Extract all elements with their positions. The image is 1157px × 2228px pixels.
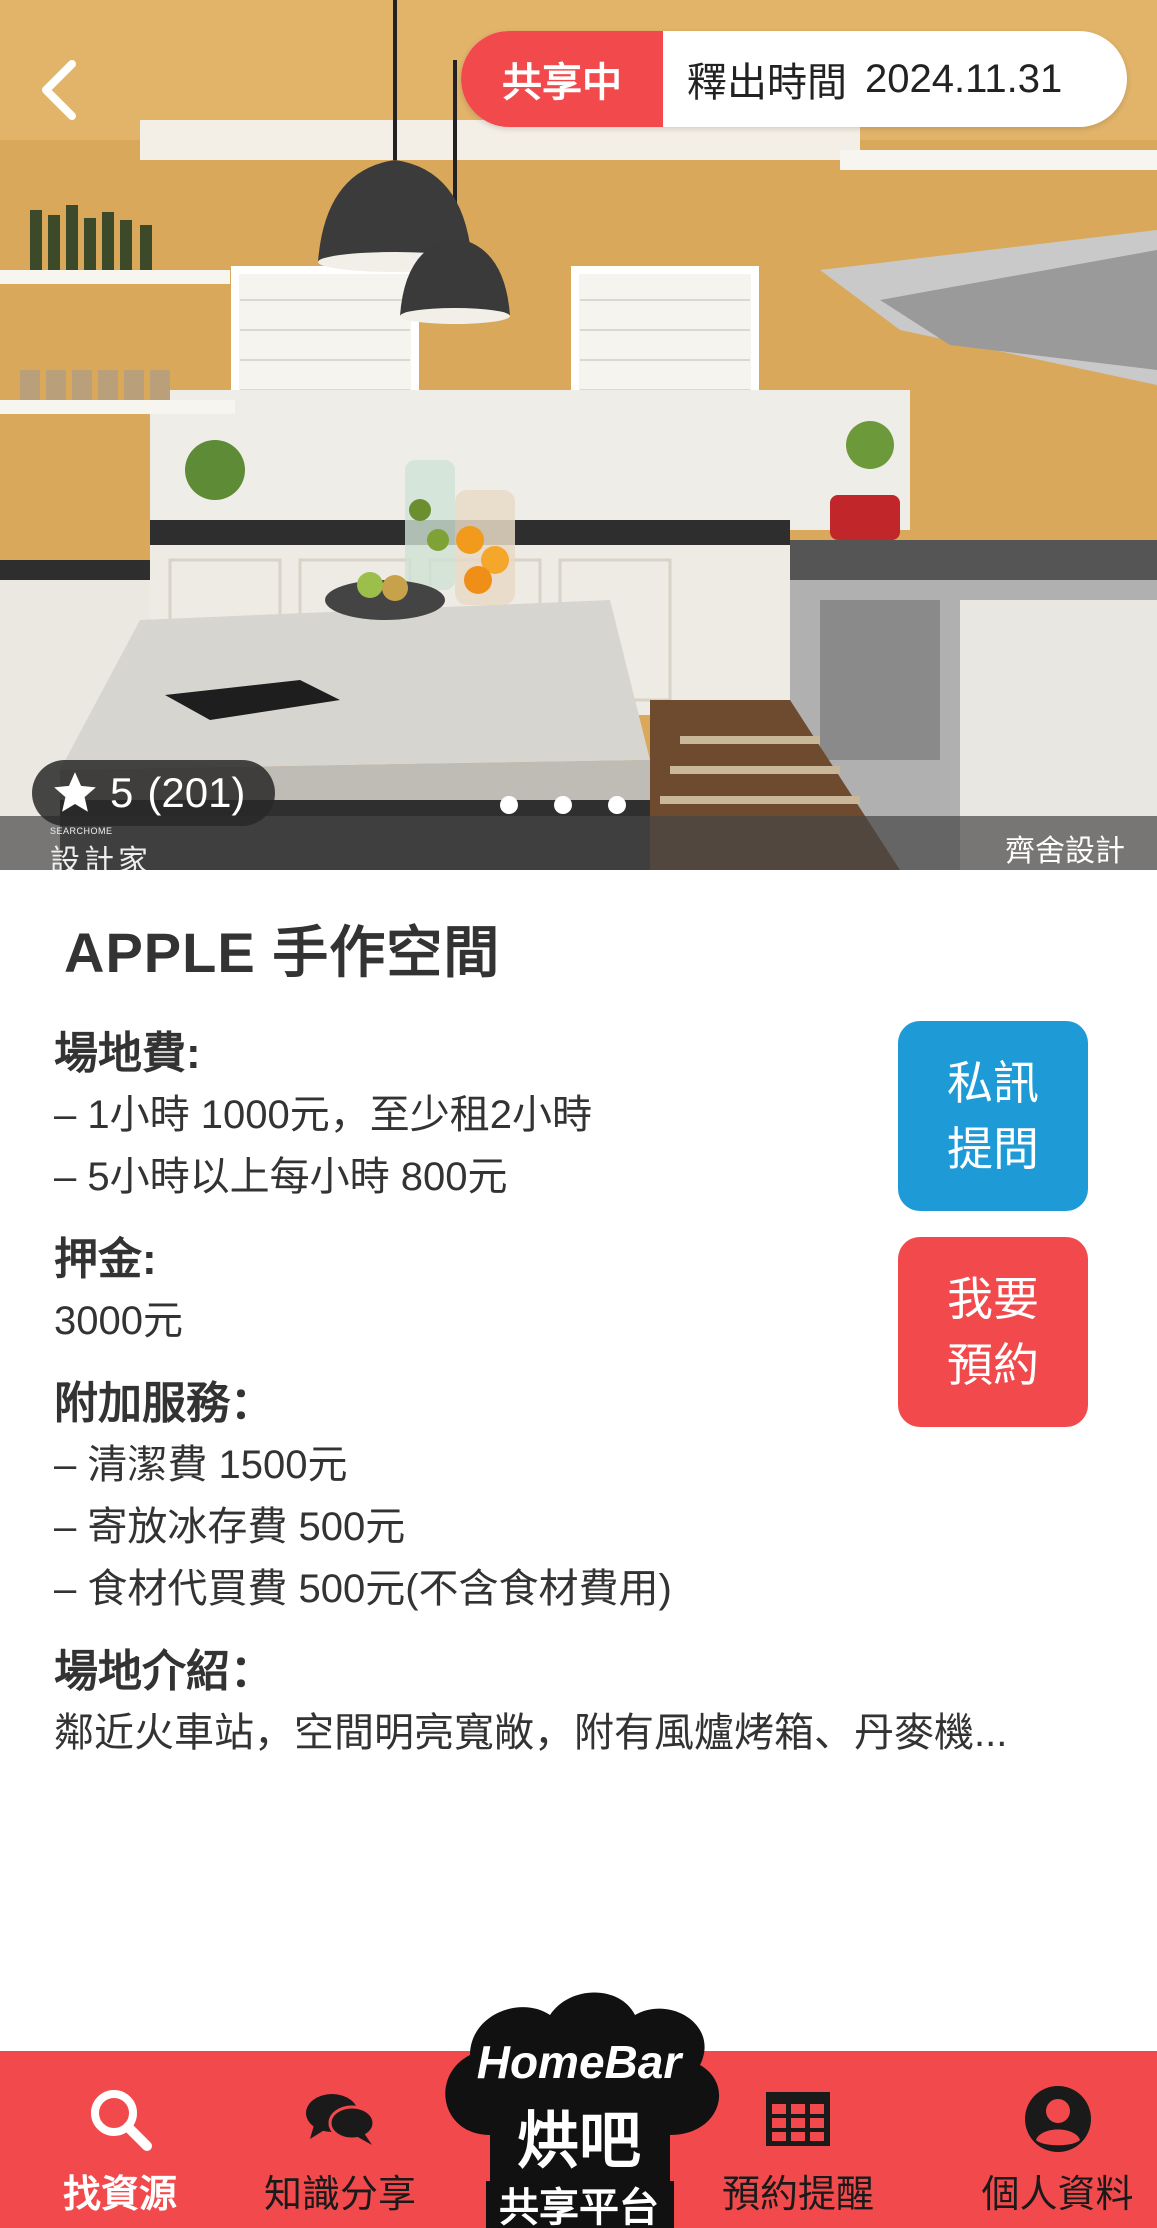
homebar-brand-zh: 烘吧 [516, 2107, 641, 2176]
calendar-grid-icon [766, 2092, 830, 2146]
message-button-line2: 提問 [947, 1123, 1039, 1175]
rating-count: (201) [147, 769, 246, 816]
fee-heading: 場地費: [54, 1029, 201, 1078]
rating-badge[interactable]: 5 (201) [32, 760, 276, 826]
nav-item-profile[interactable]: 個人資料 [955, 2051, 1157, 2228]
chat-bubbles-icon [306, 2094, 376, 2145]
carousel-dot[interactable] [500, 796, 518, 814]
kitchen-photo [0, 0, 1157, 870]
nav-item-homebar[interactable]: HomeBar 烘吧 共享平台 [430, 1985, 728, 2228]
nav-profile-label: 個人資料 [981, 2174, 1134, 2216]
message-button-line1: 私訊 [947, 1057, 1039, 1109]
user-icon [1024, 2086, 1091, 2152]
watermark-small-text: SEARCHOME [50, 826, 113, 836]
carousel-dot[interactable] [608, 796, 626, 814]
carousel-dot[interactable] [554, 796, 572, 814]
nav-share-platform-label: 共享平台 [499, 2186, 659, 2228]
service-line: – 寄放冰存費 500元 [54, 1505, 406, 1549]
search-icon [91, 2090, 152, 2151]
nav-item-search[interactable]: 找資源 [50, 2051, 190, 2228]
nav-item-knowledge[interactable]: 知識分享 [255, 2051, 425, 2228]
chevron-left-icon [42, 60, 76, 120]
sharing-status-pill: 共享中 釋出時間 2024.11.31 [461, 31, 1127, 127]
venue-title: APPLE 手作空間 [64, 921, 501, 984]
venue-info: 場地費: – 1小時 1000元，至少租2小時 – 5小時以上每小時 800元 … [54, 1024, 1007, 1786]
deposit-value: 3000元 [54, 1299, 183, 1343]
services-section: 附加服務： – 清潔費 1500元 – 寄放冰存費 500元 – 食材代買費 5… [54, 1374, 894, 1620]
photo-watermark-logo: SEARCHOME 設計家 [50, 826, 200, 870]
book-button-line2: 預約 [947, 1339, 1039, 1391]
service-line: – 食材代買費 500元(不含食材費用) [54, 1567, 672, 1611]
book-button-line1: 我要 [947, 1273, 1039, 1325]
release-time: 釋出時間 2024.11.31 [663, 31, 1127, 127]
homebar-brand-en: HomeBar [476, 2036, 682, 2088]
watermark-large-text: 設計家 [50, 845, 152, 870]
release-time-value: 2024.11.31 [865, 56, 1063, 101]
star-icon [54, 772, 96, 812]
services-heading: 附加服務： [54, 1379, 274, 1428]
fee-line: – 5小時以上每小時 800元 [54, 1155, 508, 1199]
fee-section: 場地費: – 1小時 1000元，至少租2小時 – 5小時以上每小時 800元 [54, 1024, 894, 1208]
nav-knowledge-label: 知識分享 [263, 2174, 416, 2216]
intro-section: 場地介紹： 鄰近火車站，空間明亮寬敞，附有風爐烤箱、丹麥機... [54, 1642, 1007, 1764]
carousel-dots[interactable] [500, 796, 626, 814]
intro-text: 鄰近火車站，空間明亮寬敞，附有風爐烤箱、丹麥機... [54, 1711, 1008, 1755]
fee-line: – 1小時 1000元，至少租2小時 [54, 1093, 592, 1137]
sharing-status-badge: 共享中 [461, 31, 663, 127]
hero-photo[interactable]: 共享中 釋出時間 2024.11.31 5 (201) SEARCHOME 設計… [0, 0, 1157, 870]
rating-score: 5 [110, 769, 134, 816]
photo-credit: 齊舍設計 [1005, 835, 1125, 868]
private-message-button[interactable]: 私訊 提問 [898, 1021, 1088, 1211]
service-line: – 清潔費 1500元 [54, 1443, 348, 1487]
deposit-heading: 押金: [54, 1235, 157, 1284]
nav-reserve-label: 預約提醒 [721, 2174, 874, 2216]
book-button[interactable]: 我要 預約 [898, 1237, 1088, 1427]
deposit-section: 押金: 3000元 [54, 1230, 894, 1352]
nav-search-label: 找資源 [62, 2174, 177, 2216]
release-time-label: 釋出時間 [687, 61, 847, 105]
back-button[interactable] [30, 50, 90, 130]
nav-item-reservation-reminder[interactable]: 預約提醒 [718, 2051, 878, 2228]
intro-heading: 場地介紹： [54, 1647, 274, 1696]
